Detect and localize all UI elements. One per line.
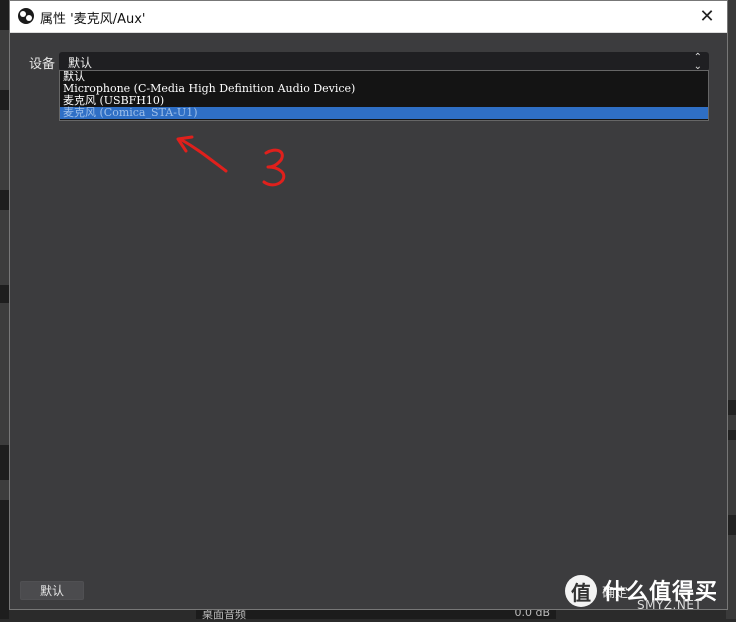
red-handwritten-annotation [176,135,286,187]
background-panel-segment [0,285,9,303]
background-panel-segment [0,0,9,30]
site-watermark: 值 什么值得买 SMYZ.NET [565,572,735,616]
background-panel-segment [0,445,9,480]
restore-default-button[interactable]: 默认 [20,581,84,600]
annotation-arrow-shaft [178,137,228,173]
background-panel-segment [0,190,9,210]
background-panel-segment [0,500,9,619]
watermark-url: SMYZ.NET [637,598,703,612]
properties-dialog: 属性 '麦克风/Aux' ✕ 设备 默认 ⌃ ⌄ 默认 Microphone (C… [9,0,728,610]
background-panel-segment [0,90,9,110]
annotation-number-3 [262,148,286,187]
watermark-logo-icon: 值 [565,575,597,607]
background-app-left-edge [0,0,9,619]
